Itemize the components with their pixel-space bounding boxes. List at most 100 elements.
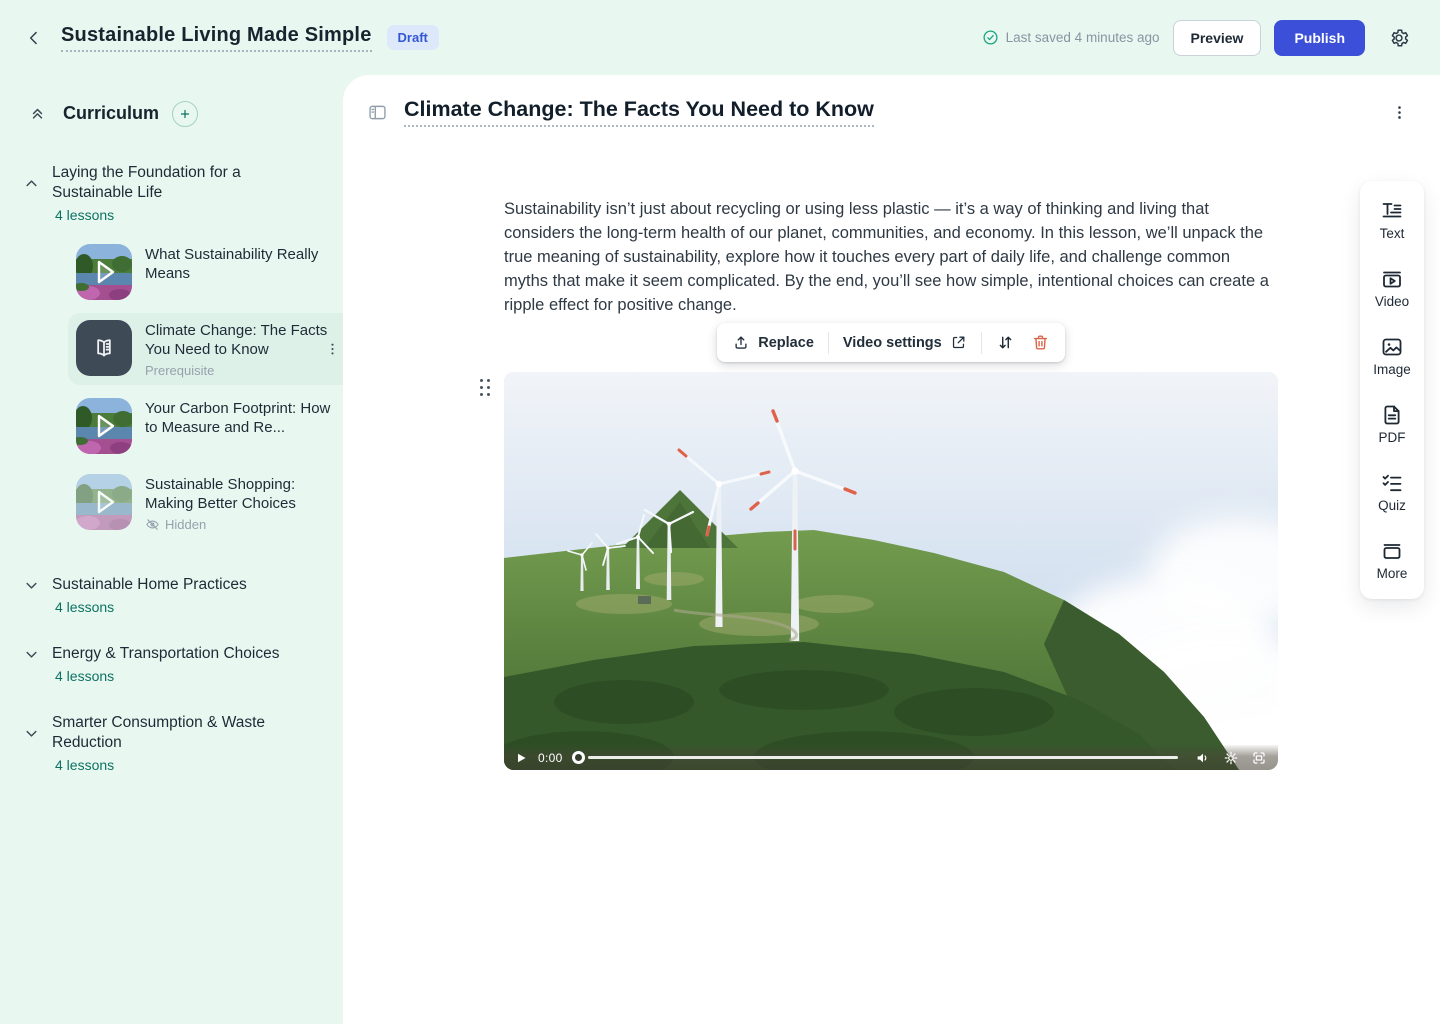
- kebab-icon: [325, 342, 340, 357]
- trash-icon: [1031, 333, 1050, 352]
- add-section-button[interactable]: [172, 101, 198, 127]
- reorder-block-button[interactable]: [994, 330, 1017, 355]
- lesson-menu-button[interactable]: [321, 338, 343, 361]
- section-header[interactable]: Sustainable Home Practices: [22, 575, 343, 595]
- video-block: 0:00: [504, 372, 1278, 770]
- top-header: Sustainable Living Made Simple Draft Las…: [0, 0, 1440, 75]
- curriculum-section: Energy & Transportation Choices 4 lesson…: [22, 644, 343, 684]
- volume-button[interactable]: [1193, 748, 1213, 768]
- lesson-item-hidden[interactable]: Sustainable Shopping: Making Better Choi…: [68, 467, 343, 539]
- section-title: Smarter Consumption & Waste Reduction: [52, 713, 304, 753]
- sidebar-toggle-button[interactable]: [363, 98, 392, 127]
- lesson-count: 4 lessons: [55, 757, 343, 773]
- insert-more-button[interactable]: More: [1377, 539, 1408, 581]
- save-status-text: Last saved 4 minutes ago: [1006, 30, 1160, 45]
- curriculum-header: Curriculum: [24, 100, 343, 127]
- lesson-paragraph[interactable]: Sustainability isn’t just about recyclin…: [504, 197, 1278, 317]
- publish-button[interactable]: Publish: [1274, 20, 1365, 56]
- curriculum-section: Sustainable Home Practices 4 lessons: [22, 575, 343, 615]
- lesson-text: Sustainable Shopping: Making Better Choi…: [145, 474, 331, 532]
- settings-button[interactable]: [1384, 23, 1414, 53]
- replace-label: Replace: [758, 335, 814, 351]
- delete-block-button[interactable]: [1029, 330, 1052, 355]
- lesson-count: 4 lessons: [55, 668, 343, 684]
- curriculum-sidebar: Curriculum Laying the Foundation for a S…: [0, 75, 343, 1024]
- play-icon: [515, 752, 527, 764]
- lesson-title: Sustainable Shopping: Making Better Choi…: [145, 475, 331, 513]
- curriculum-title: Curriculum: [63, 103, 159, 124]
- reading-thumbnail: [76, 320, 132, 376]
- more-blocks-icon: [1380, 539, 1404, 563]
- video-toolbar-row: Replace Video settings: [504, 323, 1278, 362]
- lesson-title-heading[interactable]: Climate Change: The Facts You Need to Kn…: [404, 97, 874, 127]
- panel-layout-icon: [367, 102, 388, 123]
- video-thumbnail: [76, 398, 132, 454]
- fullscreen-icon: [1251, 750, 1267, 766]
- block-label: PDF: [1379, 430, 1406, 445]
- section-title: Sustainable Home Practices: [52, 575, 247, 595]
- replace-video-button[interactable]: Replace: [730, 331, 816, 355]
- lesson-options-button[interactable]: [1387, 100, 1412, 125]
- insert-quiz-button[interactable]: Quiz: [1378, 471, 1406, 513]
- kebab-icon: [1391, 104, 1408, 121]
- chevron-down-icon: [22, 576, 41, 595]
- settings-label: Video settings: [843, 335, 942, 351]
- chevrons-up-icon: [28, 104, 47, 123]
- video-quality-button[interactable]: [1221, 748, 1241, 768]
- lesson-text: Climate Change: The Facts You Need to Kn…: [145, 320, 331, 378]
- block-label: Quiz: [1378, 498, 1406, 513]
- back-button[interactable]: [20, 24, 48, 52]
- block-label: Image: [1373, 362, 1411, 377]
- block-label: Video: [1375, 294, 1409, 309]
- video-controls: 0:00: [504, 745, 1278, 770]
- course-title[interactable]: Sustainable Living Made Simple: [61, 24, 372, 52]
- lesson-title: Your Carbon Footprint: How to Measure an…: [145, 399, 331, 437]
- lesson-editor-panel: Climate Change: The Facts You Need to Kn…: [343, 75, 1440, 1024]
- gear-icon: [1223, 750, 1239, 766]
- video-player[interactable]: 0:00: [504, 372, 1278, 770]
- section-header[interactable]: Laying the Foundation for a Sustainable …: [22, 163, 343, 203]
- video-block-icon: [1380, 267, 1404, 291]
- lesson-title: Climate Change: The Facts You Need to Kn…: [145, 321, 331, 359]
- save-status: Last saved 4 minutes ago: [982, 29, 1160, 46]
- section-header[interactable]: Smarter Consumption & Waste Reduction: [22, 713, 343, 753]
- section-header[interactable]: Energy & Transportation Choices: [22, 644, 343, 664]
- volume-icon: [1195, 750, 1211, 766]
- lesson-text: What Sustainability Really Means: [145, 244, 331, 283]
- lesson-count: 4 lessons: [55, 599, 343, 615]
- video-block-toolbar: Replace Video settings: [717, 323, 1064, 362]
- insert-text-button[interactable]: Text: [1380, 199, 1405, 241]
- curriculum-section: Smarter Consumption & Waste Reduction 4 …: [22, 713, 343, 773]
- progress-track[interactable]: [588, 756, 1178, 759]
- lesson-item[interactable]: Your Carbon Footprint: How to Measure an…: [68, 391, 343, 461]
- fullscreen-button[interactable]: [1249, 748, 1269, 768]
- arrows-up-down-icon: [996, 333, 1015, 352]
- scrubber-handle[interactable]: [572, 751, 585, 764]
- preview-button[interactable]: Preview: [1173, 20, 1262, 56]
- drag-handle[interactable]: [478, 377, 493, 399]
- gear-icon: [1388, 27, 1410, 49]
- eye-off-icon: [145, 517, 160, 532]
- quiz-checklist-icon: [1380, 471, 1404, 495]
- lesson-title: What Sustainability Really Means: [145, 245, 331, 283]
- video-settings-button[interactable]: Video settings: [841, 331, 969, 354]
- lesson-item[interactable]: What Sustainability Really Means: [68, 237, 343, 307]
- collapse-all-button[interactable]: [24, 100, 51, 127]
- video-controls-right: [1193, 748, 1269, 768]
- play-button[interactable]: [513, 750, 529, 766]
- image-block-icon: [1380, 335, 1404, 359]
- section-title: Laying the Foundation for a Sustainable …: [52, 163, 304, 203]
- chevron-down-icon: [22, 645, 41, 664]
- insert-image-button[interactable]: Image: [1373, 335, 1411, 377]
- video-frame-art: [504, 372, 1278, 770]
- insert-block-toolbar: Text Video Image PDF Quiz More: [1360, 181, 1424, 599]
- lesson-count: 4 lessons: [55, 207, 343, 223]
- block-label: More: [1377, 566, 1408, 581]
- block-label: Text: [1380, 226, 1405, 241]
- insert-video-button[interactable]: Video: [1375, 267, 1409, 309]
- chevron-up-icon: [22, 174, 41, 193]
- open-book-icon: [90, 334, 118, 362]
- insert-pdf-button[interactable]: PDF: [1379, 403, 1406, 445]
- lesson-item-selected[interactable]: Climate Change: The Facts You Need to Kn…: [68, 313, 343, 385]
- video-thumbnail: [76, 474, 132, 530]
